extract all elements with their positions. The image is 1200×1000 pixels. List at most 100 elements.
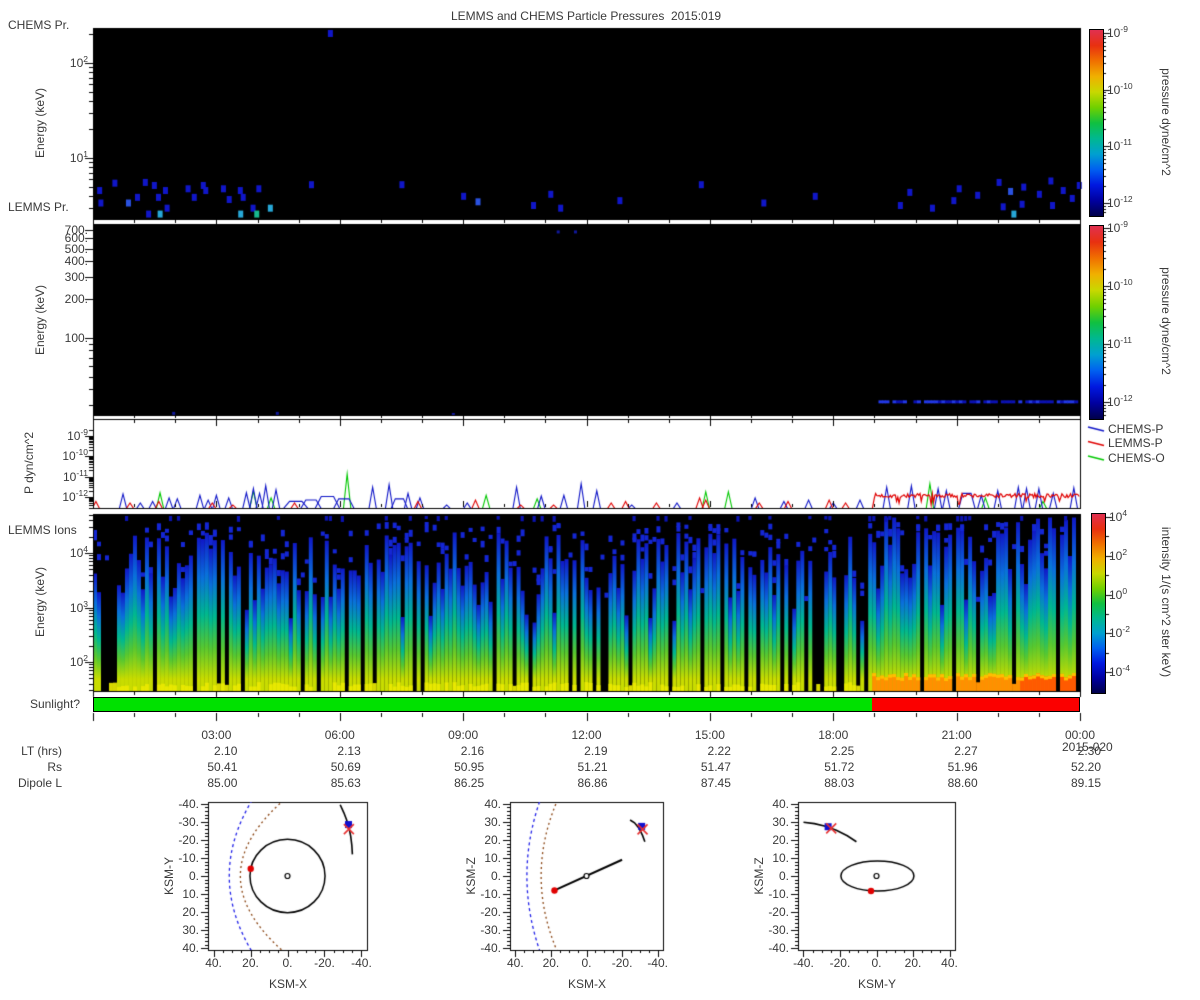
orbit-xtick: -40.: [647, 956, 668, 970]
panel-label-chems-pr: CHEMS Pr.: [8, 18, 70, 32]
orbit-ytick: -10.: [480, 887, 501, 902]
colorbar1-tick: 10-12: [1107, 194, 1133, 211]
orbit-ytick: -40.: [768, 941, 789, 956]
orbit-ytick: 40.: [182, 941, 199, 956]
chems-pr-ytick: 101: [69, 149, 88, 165]
row-value: 86.25: [454, 776, 485, 790]
ions-ytick: 103: [69, 598, 88, 615]
panel-label-lemms-pr: LEMMS Pr.: [8, 200, 69, 214]
orbit-xtick: 20.: [904, 956, 922, 970]
row-value: 85.00: [207, 776, 238, 790]
orbit-ytick: 30.: [484, 814, 501, 829]
y-axis-label-ions-energy: Energy (keV): [33, 566, 47, 638]
colorbar2-tick: 10-11: [1107, 335, 1133, 351]
time-tick-label: 15:00: [694, 728, 725, 742]
legend-label-chems-p: CHEMS-P: [1108, 422, 1164, 436]
orbit-ytick: -10.: [178, 850, 199, 865]
row-value: 51.47: [700, 760, 731, 774]
orbit-ytick: -30.: [480, 923, 501, 938]
orbit-ytick: 10.: [484, 850, 501, 865]
row-value: 51.96: [947, 760, 978, 774]
row-value: 89.15: [1070, 776, 1101, 790]
row-value: 88.60: [947, 776, 978, 790]
orbit1-ylabel: KSM-Y: [162, 856, 176, 896]
ions-ytick: 102: [69, 653, 88, 669]
orbit-xtick: 40.: [941, 956, 958, 970]
time-tick-label: 06:00: [324, 728, 355, 742]
orbit-ytick: 20.: [772, 832, 789, 847]
row-value: 51.21: [577, 760, 608, 774]
row-value: 2.16: [460, 744, 485, 758]
row-value: 2.19: [584, 744, 608, 758]
row-value: 50.95: [454, 760, 485, 774]
row-label-dipole-l: Dipole L: [17, 776, 62, 790]
orbit-xtick: 20.: [542, 956, 560, 970]
colorbar3-tick: 100: [1109, 585, 1128, 602]
panel-label-lemms-ions: LEMMS Ions: [8, 523, 77, 537]
orbit-ytick: -20.: [480, 905, 501, 920]
orbit-ytick: -30.: [768, 923, 789, 938]
colorbar3-tick: 10-4: [1109, 663, 1130, 680]
sunlight-bar: [93, 697, 1080, 712]
sunlight-segment-day: [94, 698, 872, 711]
lemms-pr-ytick: 100.: [64, 331, 88, 345]
colorbar-label-chems-pressure: pressure dyne/cm^2: [1159, 68, 1173, 176]
time-tick-label: 03:00: [201, 728, 232, 742]
orbit-xtick: -40.: [793, 956, 814, 970]
colorbar2-tick: 10-12: [1107, 393, 1133, 409]
orbit-xtick: 0.: [871, 956, 882, 970]
colorbar-label-ions-intensity: intensity 1/(s cm^2 ster keV): [1159, 526, 1173, 678]
figure-title: LEMMS and CHEMS Particle Pressures 2015:…: [450, 9, 722, 23]
time-tick-label: 18:00: [818, 728, 849, 742]
sunlight-segment-night: [871, 698, 1079, 711]
colorbar3-tick: 102: [1109, 546, 1128, 563]
y-axis-label-pressure: P dyn/cm^2: [22, 431, 36, 495]
colorbar-label-lemms-pressure: pressure dyne/cm^2: [1159, 267, 1173, 375]
row-value: 86.86: [577, 776, 608, 790]
orbit-ytick: 20.: [182, 905, 199, 920]
orbit-ytick: 40.: [772, 796, 789, 811]
orbit-ytick: 0.: [490, 869, 501, 883]
row-value: 2.13: [337, 744, 361, 758]
row-label-lt: LT (hrs): [21, 744, 62, 758]
orbit-ytick: 0.: [778, 869, 789, 883]
row-value: 2.25: [830, 744, 855, 758]
orbit-xtick: -20.: [829, 956, 851, 970]
lemms-pr-ytick: 400.: [64, 253, 88, 268]
colorbar-ions-intensity: [1091, 513, 1106, 694]
orbit-ytick: 30.: [772, 814, 789, 829]
lemms-pr-ytick: 300.: [64, 269, 88, 284]
lemms-pr-ytick: 500.: [64, 241, 88, 256]
row-value: 50.41: [207, 760, 238, 774]
orbit3-ylabel: KSM-Z: [752, 857, 766, 895]
orbit-xtick: -20.: [611, 956, 633, 970]
orbit-xtick: 0.: [581, 956, 592, 970]
figure-root: LEMMS and CHEMS Particle Pressures 2015:…: [0, 0, 1200, 1000]
orbit-ytick: 10.: [182, 887, 199, 902]
colorbar1-tick: 10-11: [1107, 137, 1133, 154]
orbit-xtick: 40.: [506, 956, 524, 970]
orbit-xtick: 20.: [242, 956, 259, 970]
lemms-pr-ytick: 200.: [64, 292, 88, 307]
orbit-xtick: -40.: [351, 956, 372, 970]
orbit-ytick: -40.: [178, 796, 199, 811]
time-tick-label: 21:00: [941, 728, 972, 742]
legend-label-chems-o: CHEMS-O: [1108, 451, 1165, 465]
orbit-ytick: 40.: [484, 796, 501, 811]
pressure-ytick: 10-12: [62, 487, 88, 504]
colorbar-lemms-pressure: [1089, 225, 1104, 420]
orbit-ytick: 10.: [772, 850, 789, 865]
colorbar3-tick: 104: [1109, 508, 1128, 524]
colorbar2-tick: 10-9: [1107, 219, 1128, 235]
row-value: 2.10: [214, 744, 238, 758]
orbit-ytick: -30.: [178, 814, 199, 829]
orbit-ytick: 0.: [188, 869, 199, 883]
colorbar3-tick: 10-2: [1109, 624, 1130, 641]
orbit-xtick: 40.: [205, 956, 222, 970]
pressure-ytick: 10-11: [62, 467, 88, 484]
y-axis-label-lemms-energy: Energy (keV): [33, 284, 47, 356]
orbit-ytick: -40.: [480, 941, 501, 956]
row-value: 51.72: [824, 760, 855, 774]
time-tick-label: 09:00: [448, 728, 479, 742]
orbit-xtick: 0.: [282, 956, 293, 970]
